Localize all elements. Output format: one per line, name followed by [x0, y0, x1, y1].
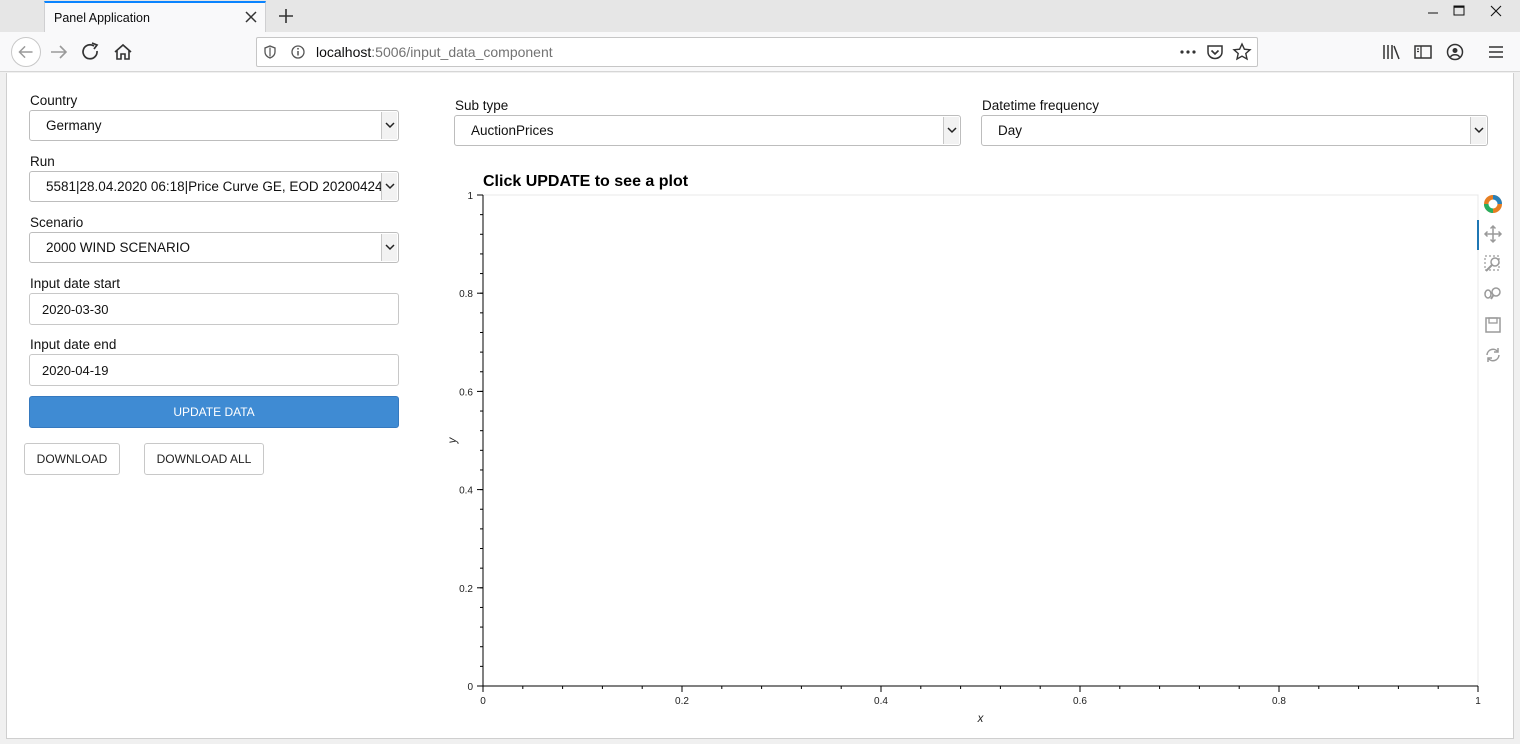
y-tick-label: 0.6	[459, 387, 473, 398]
y-tick-label: 0.8	[459, 289, 473, 300]
pan-icon[interactable]	[1481, 222, 1505, 246]
update-data-button[interactable]: UPDATE DATA	[29, 396, 399, 428]
scenario-dropdown-arrow[interactable]	[381, 234, 397, 261]
country-select[interactable]: Germany	[29, 110, 399, 141]
subtype-label: Sub type	[455, 98, 509, 113]
scenario-label: Scenario	[30, 215, 84, 230]
account-icon[interactable]	[1444, 41, 1466, 63]
run-dropdown-arrow[interactable]	[381, 173, 397, 200]
back-arrow-icon[interactable]	[11, 37, 41, 67]
x-tick-label: 1	[1475, 696, 1481, 707]
x-tick-label: 0.8	[1272, 696, 1286, 707]
download-button[interactable]: DOWNLOAD	[24, 443, 120, 475]
chevron-down-icon	[385, 244, 395, 251]
run-value: 5581|28.04.2020 06:18|Price Curve GE, EO…	[46, 179, 383, 194]
reload-icon[interactable]	[77, 38, 105, 66]
country-value: Germany	[46, 118, 102, 133]
page-content: Country Germany Run 5581|28.04.2020 06:1…	[6, 73, 1514, 739]
subtype-select[interactable]: AuctionPrices	[454, 115, 961, 146]
date-start-label: Input date start	[30, 276, 121, 291]
plot-canvas[interactable]: 0 0.2 0.4 0.6 0.8 1 0 0.2 0.4 0.6 0.8 1 x y	[437, 183, 1482, 733]
date-start-value: 2020-03-30	[42, 302, 109, 317]
frequency-select[interactable]: Day	[981, 115, 1488, 146]
x-tick-label: 0.6	[1073, 696, 1087, 707]
y-axis-title: y	[447, 436, 459, 444]
scenario-value: 2000 WIND SCENARIO	[46, 240, 191, 255]
date-end-label: Input date end	[30, 337, 117, 352]
plot-frame	[482, 194, 1479, 687]
date-start-input[interactable]: 2020-03-30	[29, 293, 399, 325]
y-tick-label: 0.2	[459, 584, 473, 595]
active-tool-indicator	[1477, 220, 1479, 250]
pocket-icon[interactable]	[1205, 43, 1225, 61]
bokeh-logo-icon[interactable]	[1481, 192, 1505, 216]
subtype-value: AuctionPrices	[471, 123, 554, 138]
chevron-down-icon	[1474, 127, 1484, 134]
frequency-dropdown-arrow[interactable]	[1470, 117, 1486, 144]
frequency-label: Datetime frequency	[982, 98, 1100, 113]
y-tick-label: 0.4	[459, 486, 473, 497]
frequency-value: Day	[998, 123, 1023, 138]
wheel-zoom-icon[interactable]	[1481, 282, 1505, 306]
x-tick-label: 0.2	[675, 696, 689, 707]
site-info-icon[interactable]	[290, 44, 306, 60]
url-text[interactable]: localhost:5006/input_data_component	[316, 44, 553, 60]
subtype-dropdown-arrow[interactable]	[943, 117, 959, 144]
chevron-down-icon	[385, 183, 395, 190]
browser-titlebar: Panel Application	[0, 0, 1520, 32]
tab-close-icon[interactable]	[243, 9, 259, 25]
x-tick-label: 0	[480, 696, 486, 707]
tracking-shield-icon[interactable]	[262, 44, 278, 60]
country-dropdown-arrow[interactable]	[381, 112, 397, 139]
page-actions-icon[interactable]	[1177, 43, 1199, 61]
forward-arrow-icon[interactable]	[45, 38, 73, 66]
y-tick-label: 1	[467, 191, 473, 202]
date-end-input[interactable]: 2020-04-19	[29, 354, 399, 386]
bookmark-star-icon[interactable]	[1232, 42, 1252, 62]
scenario-select[interactable]: 2000 WIND SCENARIO	[29, 232, 399, 263]
box-zoom-icon[interactable]	[1481, 252, 1505, 276]
tab-title: Panel Application	[54, 11, 150, 25]
y-tick-label: 0	[467, 682, 473, 693]
url-bar[interactable]: localhost:5006/input_data_component	[256, 37, 1258, 67]
run-select[interactable]: 5581|28.04.2020 06:18|Price Curve GE, EO…	[29, 171, 399, 202]
window-close-icon[interactable]	[1481, 3, 1511, 23]
browser-tab[interactable]: Panel Application	[44, 1, 266, 32]
maximize-icon[interactable]	[1444, 3, 1474, 23]
browser-navbar: localhost:5006/input_data_component	[0, 32, 1520, 72]
library-icon[interactable]	[1380, 41, 1402, 63]
date-end-value: 2020-04-19	[42, 363, 109, 378]
x-tick-label: 0.4	[874, 696, 888, 707]
hamburger-menu-icon[interactable]	[1485, 41, 1507, 63]
sidebar-toggle-icon[interactable]	[1412, 41, 1434, 63]
chevron-down-icon	[385, 122, 395, 129]
home-icon[interactable]	[109, 38, 137, 66]
url-path: :5006/input_data_component	[371, 44, 553, 60]
url-host: localhost	[316, 44, 372, 60]
x-axis-title: x	[977, 713, 985, 725]
download-all-button[interactable]: DOWNLOAD ALL	[144, 443, 264, 475]
country-label: Country	[30, 93, 78, 108]
run-label: Run	[30, 154, 55, 169]
reset-icon[interactable]	[1481, 343, 1505, 367]
chevron-down-icon	[947, 127, 957, 134]
save-icon[interactable]	[1481, 313, 1505, 337]
new-tab-icon[interactable]	[276, 6, 296, 26]
